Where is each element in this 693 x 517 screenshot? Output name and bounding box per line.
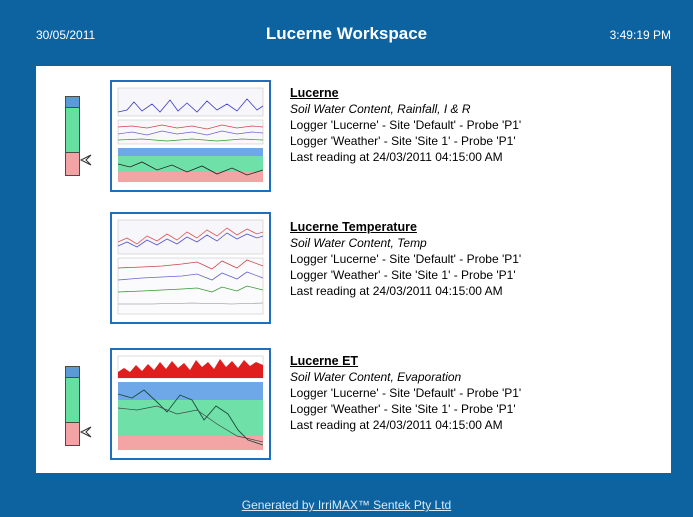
item-logger-line: Logger 'Weather' - Site 'Site 1' - Probe… (290, 134, 516, 148)
header-time: 3:49:19 PM (609, 28, 671, 42)
item-logger-line: Logger 'Lucerne' - Site 'Default' - Prob… (290, 118, 522, 132)
item-subtitle: Soil Water Content, Rainfall, I & R (290, 102, 471, 116)
soil-water-gauge (65, 96, 80, 176)
item-logger-line: Logger 'Weather' - Site 'Site 1' - Probe… (290, 402, 516, 416)
item-info-lucerne-et: Lucerne ET Soil Water Content, Evaporati… (290, 353, 521, 433)
item-info-lucerne: Lucerne Soil Water Content, Rainfall, I … (290, 85, 521, 165)
graph-thumbnail-lucerne-et[interactable] (110, 348, 271, 460)
item-last-reading: Last reading at 24/03/2011 04:15:00 AM (290, 150, 503, 164)
page-title: Lucerne Workspace (265, 24, 428, 43)
item-info-lucerne-temperature: Lucerne Temperature Soil Water Content, … (290, 219, 521, 299)
item-logger-line: Logger 'Lucerne' - Site 'Default' - Prob… (290, 386, 522, 400)
workspace-panel: Lucerne Soil Water Content, Rainfall, I … (36, 66, 671, 473)
gauge-full-zone (66, 367, 79, 377)
gauge-level-arrow-icon (79, 154, 92, 166)
item-last-reading: Last reading at 24/03/2011 04:15:00 AM (290, 284, 503, 298)
item-last-reading: Last reading at 24/03/2011 04:15:00 AM (290, 418, 503, 432)
soil-water-gauge (65, 366, 80, 446)
gauge-optimal-zone (66, 377, 79, 423)
gauge-stress-zone (66, 153, 79, 175)
footer-link[interactable]: Generated by IrriMAX™ Sentek Pty Ltd (242, 498, 451, 512)
item-title-link[interactable]: Lucerne Temperature (290, 219, 521, 235)
footer: Generated by IrriMAX™ Sentek Pty Ltd (0, 498, 693, 512)
gauge-level-arrow-icon (79, 426, 92, 438)
graph-thumbnail-lucerne-temperature[interactable] (110, 212, 271, 324)
gauge-optimal-zone (66, 107, 79, 153)
item-subtitle: Soil Water Content, Temp (290, 236, 427, 250)
item-title-link[interactable]: Lucerne ET (290, 353, 521, 369)
graph-thumbnail-lucerne[interactable] (110, 80, 271, 192)
gauge-stress-zone (66, 423, 79, 445)
item-logger-line: Logger 'Lucerne' - Site 'Default' - Prob… (290, 252, 522, 266)
item-subtitle: Soil Water Content, Evaporation (290, 370, 462, 384)
item-title-link[interactable]: Lucerne (290, 85, 521, 101)
header-bar: 30/05/2011 Lucerne Workspace 3:49:19 PM (0, 0, 693, 62)
gauge-full-zone (66, 97, 79, 107)
item-logger-line: Logger 'Weather' - Site 'Site 1' - Probe… (290, 268, 516, 282)
